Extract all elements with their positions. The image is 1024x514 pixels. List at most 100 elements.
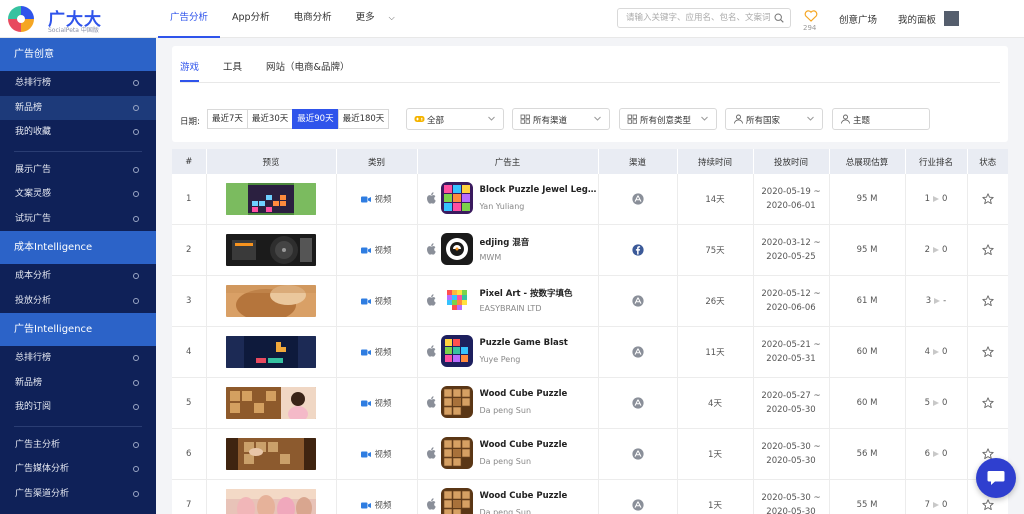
theme-select[interactable]: 主题 <box>832 108 930 130</box>
my-dashboard-link[interactable]: 我的面板 <box>898 12 936 26</box>
row-advertiser[interactable]: Puzzle Game Blast Yuye Peng <box>417 326 599 378</box>
table-row[interactable]: 4 视频 Puzzle Game Blast Yuye Peng 11天 2020-05-… <box>172 326 1008 378</box>
heart-icon[interactable] <box>804 10 818 22</box>
sidebar-item-my-favorites[interactable]: 我的收藏 <box>0 120 156 145</box>
row-preview[interactable] <box>206 174 337 225</box>
star-icon[interactable] <box>982 397 994 409</box>
table-row[interactable]: 5 视频 Wood Cube Puzzle Da peng Sun 4天 2020-05-… <box>172 377 1008 429</box>
creative-plaza-link[interactable]: 创意广场 <box>839 12 877 26</box>
sidebar-item-media-analysis[interactable]: 广告媒体分析 <box>0 457 156 482</box>
sidebar-item-cost-analysis[interactable]: 成本分析 <box>0 264 156 289</box>
star-icon[interactable] <box>982 244 994 256</box>
date-30-days-button[interactable]: 最近30天 <box>246 109 294 129</box>
tab-websites[interactable]: 网站（电商&品牌） <box>266 58 349 82</box>
ad-preview-thumbnail[interactable] <box>226 489 316 514</box>
chat-button[interactable] <box>976 458 1016 498</box>
nav-app-analysis[interactable]: App分析 <box>220 0 282 38</box>
ad-preview-thumbnail[interactable] <box>226 438 316 470</box>
row-status[interactable] <box>967 225 1008 276</box>
row-status[interactable] <box>967 327 1008 378</box>
row-advertiser[interactable]: Wood Cube Puzzle Da peng Sun <box>417 377 599 429</box>
row-advertiser[interactable]: Wood Cube Puzzle Da peng Sun <box>417 428 599 480</box>
developer-name[interactable]: Yan Yuliang <box>480 202 525 211</box>
app-icon[interactable] <box>440 233 473 265</box>
nav-ad-analysis[interactable]: 广告分析 <box>158 0 221 38</box>
row-preview[interactable] <box>206 479 337 514</box>
ad-preview-thumbnail[interactable] <box>226 387 316 419</box>
nav-ecommerce-analysis[interactable]: 电商分析 <box>282 0 344 38</box>
app-name[interactable]: Block Puzzle Jewel Legend <box>480 185 598 195</box>
nav-more[interactable]: 更多 ⌵ <box>344 0 407 38</box>
tab-tools[interactable]: 工具 <box>223 58 242 82</box>
app-name[interactable]: Wood Cube Puzzle <box>480 440 598 450</box>
star-icon[interactable] <box>982 346 994 358</box>
sidebar-item-display-ads[interactable]: 展示广告 <box>0 158 156 183</box>
app-name[interactable]: Wood Cube Puzzle <box>480 389 598 399</box>
sidebar-item-copy-inspiration[interactable]: 文案灵感 <box>0 182 156 207</box>
sidebar-item-channel-analysis[interactable]: 广告渠道分析 <box>0 482 156 507</box>
row-preview[interactable] <box>206 428 337 480</box>
date-180-days-button[interactable]: 最近180天 <box>337 109 390 129</box>
date-7-days-button[interactable]: 最近7天 <box>207 109 248 129</box>
star-icon[interactable] <box>982 499 994 511</box>
table-row[interactable]: 7 视频 Wood Cube Puzzle Da peng Sun 1天 2020-05-… <box>172 479 1008 514</box>
row-advertiser[interactable]: Wood Cube Puzzle Da peng Sun <box>417 479 599 514</box>
sidebar-item-advertiser-analysis[interactable]: 广告主分析 <box>0 433 156 458</box>
developer-name[interactable]: Da peng Sun <box>480 406 532 415</box>
app-icon[interactable] <box>440 284 473 316</box>
table-row[interactable]: 3 视频 Pixel Art - 按数字填色 EASYBRAIN LTD 26天 2020… <box>172 275 1008 327</box>
column-header-run-time[interactable]: 投放时间 <box>753 149 830 174</box>
ad-preview-thumbnail[interactable] <box>226 285 316 317</box>
sidebar-section-ad-creative[interactable]: 广告创意 <box>0 38 156 71</box>
creative-type-select[interactable]: 所有创意类型 <box>619 108 717 130</box>
star-icon[interactable] <box>982 193 994 205</box>
ad-preview-thumbnail[interactable] <box>226 336 316 368</box>
app-name[interactable]: Puzzle Game Blast <box>480 338 598 348</box>
row-preview[interactable] <box>206 326 337 378</box>
row-status[interactable] <box>967 378 1008 429</box>
table-row[interactable]: 2 视频 edjing 混音 MWM 75天 2020-03-12 ~ 2020-05-25… <box>172 224 1008 276</box>
logo[interactable]: 广大大 SocialPeta 中国版 <box>6 4 156 34</box>
app-name[interactable]: Wood Cube Puzzle <box>480 491 598 501</box>
star-icon[interactable] <box>982 295 994 307</box>
sidebar-item-new-ranking[interactable]: 新品榜 <box>0 95 156 120</box>
channel-select[interactable]: 所有渠道 <box>512 108 610 130</box>
column-header-impressions[interactable]: 总展现估算 <box>829 149 906 174</box>
search-icon[interactable] <box>774 13 784 23</box>
sidebar-item-total-ranking[interactable]: 总排行榜 <box>0 71 156 96</box>
table-row[interactable]: 1 视频 Block Puzzle Jewel Legend Yan Yuliang 1… <box>172 174 1008 225</box>
app-icon[interactable] <box>440 488 473 514</box>
table-row[interactable]: 6 视频 Wood Cube Puzzle Da peng Sun 1天 2020-05-… <box>172 428 1008 480</box>
row-advertiser[interactable]: Pixel Art - 按数字填色 EASYBRAIN LTD <box>417 275 599 327</box>
avatar[interactable] <box>944 11 959 26</box>
column-header-industry-rank[interactable]: 行业排名 <box>905 149 968 174</box>
date-90-days-button[interactable]: 最近90天 <box>292 109 339 129</box>
sidebar-item-new-ranking-2[interactable]: 新品榜 <box>0 371 156 396</box>
developer-name[interactable]: MWM <box>480 253 502 262</box>
row-preview[interactable] <box>206 224 337 276</box>
app-name[interactable]: Pixel Art - 按数字填色 <box>480 287 598 299</box>
row-status[interactable] <box>967 276 1008 327</box>
ad-preview-thumbnail[interactable] <box>226 183 316 215</box>
developer-name[interactable]: Da peng Sun <box>480 508 532 514</box>
search-box[interactable] <box>617 8 791 28</box>
row-preview[interactable] <box>206 275 337 327</box>
row-advertiser[interactable]: edjing 混音 MWM <box>417 224 599 276</box>
app-name[interactable]: edjing 混音 <box>480 236 598 248</box>
app-icon[interactable] <box>440 386 473 418</box>
ad-preview-thumbnail[interactable] <box>226 234 316 266</box>
sidebar-section-cost-intelligence[interactable]: 成本Intelligence <box>0 231 156 264</box>
column-header-rank[interactable]: # <box>172 149 207 174</box>
search-input[interactable] <box>626 11 770 25</box>
sidebar-item-placement-analysis[interactable]: 投放分析 <box>0 289 156 314</box>
row-preview[interactable] <box>206 377 337 429</box>
genre-select[interactable]: 全部 <box>406 108 504 130</box>
sidebar-section-ad-intelligence[interactable]: 广告Intelligence <box>0 313 156 346</box>
developer-name[interactable]: Yuye Peng <box>480 355 521 364</box>
app-icon[interactable] <box>440 182 473 214</box>
country-select[interactable]: 所有国家 <box>725 108 823 130</box>
row-status[interactable] <box>967 174 1008 225</box>
sidebar-item-playable-ads[interactable]: 试玩广告 <box>0 207 156 232</box>
developer-name[interactable]: EASYBRAIN LTD <box>480 304 542 313</box>
column-header-duration[interactable]: 持续时间 <box>677 149 754 174</box>
